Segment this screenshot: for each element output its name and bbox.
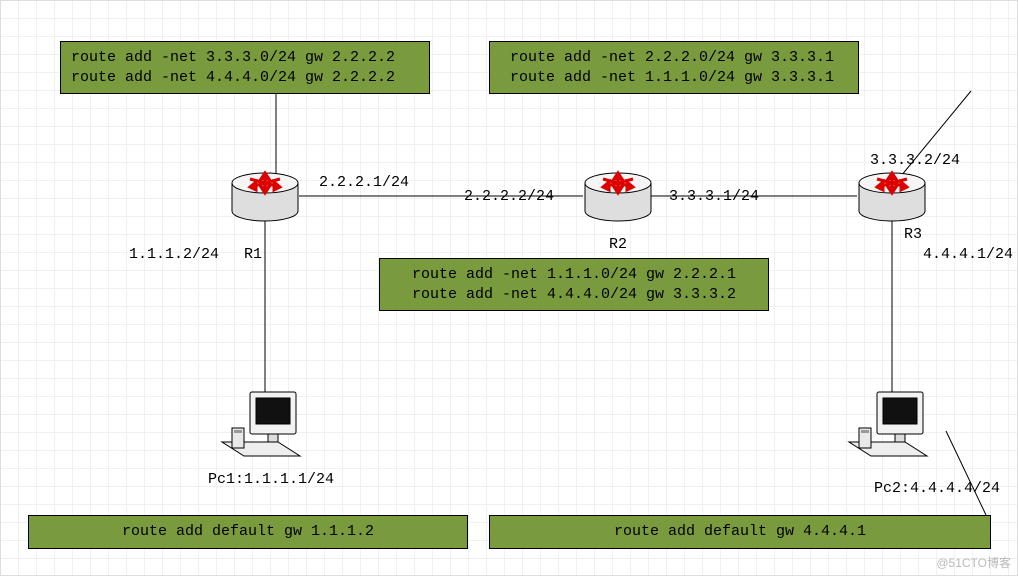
if-r2-right: 3.3.3.1/24 — [669, 188, 759, 205]
r1-route-line1: route add -net 4.4.4.0/24 gw 2.2.2.2 — [71, 69, 395, 86]
r2-route-line1: route add -net 4.4.4.0/24 gw 3.3.3.2 — [412, 286, 736, 303]
router-r3-icon — [857, 169, 927, 223]
r3-route-line1: route add -net 1.1.1.0/24 gw 3.3.3.1 — [510, 69, 834, 86]
label-pc1: Pc1:1.1.1.1/24 — [208, 471, 334, 488]
if-r1-down: 1.1.1.2/24 — [129, 246, 219, 263]
if-r1-right: 2.2.2.1/24 — [319, 174, 409, 191]
label-r2: R2 — [609, 236, 627, 253]
r2-route-box: route add -net 1.1.1.0/24 gw 2.2.2.1 rou… — [379, 258, 769, 311]
computer-pc2-icon — [847, 386, 931, 460]
pc2-route-line0: route add default gw 4.4.4.1 — [614, 523, 866, 540]
pc1-route-line0: route add default gw 1.1.1.2 — [122, 523, 374, 540]
if-r2-left: 2.2.2.2/24 — [464, 188, 554, 205]
watermark: @51CTO博客 — [936, 554, 1011, 571]
computer-pc1-icon — [220, 386, 304, 460]
if-r3-top: 3.3.3.2/24 — [870, 152, 960, 169]
label-r3: R3 — [904, 226, 922, 243]
r2-route-line0: route add -net 1.1.1.0/24 gw 2.2.2.1 — [412, 266, 736, 283]
label-pc2: Pc2:4.4.4.4/24 — [874, 480, 1000, 497]
router-r1-icon — [230, 169, 300, 223]
pc2-route-box: route add default gw 4.4.4.1 — [489, 515, 991, 549]
r3-route-line0: route add -net 2.2.2.0/24 gw 3.3.3.1 — [510, 49, 834, 66]
r1-route-line0: route add -net 3.3.3.0/24 gw 2.2.2.2 — [71, 49, 395, 66]
if-r3-down: 4.4.4.1/24 — [923, 246, 1013, 263]
pc1-route-box: route add default gw 1.1.1.2 — [28, 515, 468, 549]
r1-route-box: route add -net 3.3.3.0/24 gw 2.2.2.2 rou… — [60, 41, 430, 94]
r3-route-box: route add -net 2.2.2.0/24 gw 3.3.3.1 rou… — [489, 41, 859, 94]
label-r1: R1 — [244, 246, 262, 263]
router-r2-icon — [583, 169, 653, 223]
